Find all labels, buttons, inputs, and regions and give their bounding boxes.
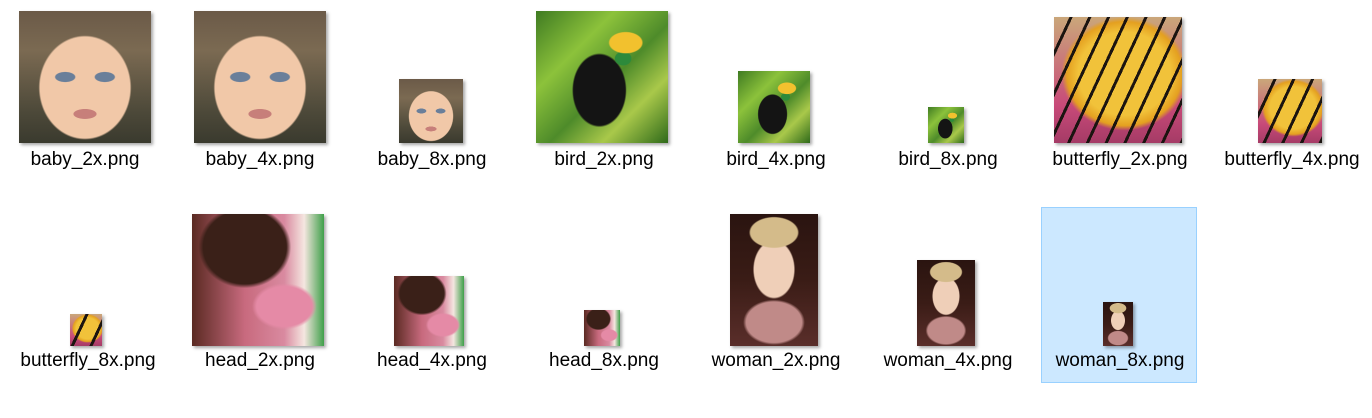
thumbnail-area — [354, 7, 510, 145]
file-item-butterfly-4x[interactable]: butterfly_4x.png — [1213, 6, 1369, 182]
file-name: bird_2x.png — [554, 149, 654, 170]
thumbnail-area — [182, 208, 338, 346]
thumbnail-area — [1042, 208, 1198, 346]
thumbnail-image-head — [584, 310, 620, 346]
file-item-woman-8x[interactable]: woman_8x.png — [1041, 207, 1197, 383]
thumbnail-image-baby — [399, 79, 463, 143]
thumbnail-image-head — [192, 214, 324, 346]
file-item-head-4x[interactable]: head_4x.png — [353, 207, 509, 383]
thumbnail-image-baby — [19, 11, 151, 143]
file-name: bird_4x.png — [726, 149, 826, 170]
thumbnail-area — [10, 208, 166, 346]
file-item-woman-4x[interactable]: woman_4x.png — [869, 207, 1025, 383]
file-item-baby-8x[interactable]: baby_8x.png — [353, 6, 509, 182]
file-name: butterfly_8x.png — [20, 350, 156, 371]
thumbnail-area — [698, 7, 854, 145]
thumbnail-area — [182, 7, 338, 145]
file-name: woman_4x.png — [883, 350, 1013, 371]
file-name: butterfly_4x.png — [1224, 149, 1360, 170]
file-name: head_8x.png — [549, 350, 659, 371]
file-item-baby-2x[interactable]: baby_2x.png — [6, 6, 162, 182]
file-name: baby_2x.png — [30, 149, 140, 170]
file-name: bird_8x.png — [898, 149, 998, 170]
thumbnail-area — [1042, 7, 1198, 145]
thumbnail-area — [870, 7, 1026, 145]
thumbnail-image-woman — [730, 214, 818, 346]
thumbnail-area — [1214, 7, 1370, 145]
file-name: woman_2x.png — [711, 350, 841, 371]
file-item-bird-8x[interactable]: bird_8x.png — [869, 6, 1025, 182]
thumbnail-image-head — [394, 276, 464, 346]
thumbnail-image-bird — [738, 71, 810, 143]
file-item-bird-4x[interactable]: bird_4x.png — [697, 6, 853, 182]
file-name: head_2x.png — [205, 350, 315, 371]
thumbnail-area — [698, 208, 854, 346]
thumbnail-image-butterfly — [1054, 17, 1182, 143]
file-name: baby_8x.png — [377, 149, 487, 170]
file-name: head_4x.png — [377, 350, 487, 371]
file-item-head-2x[interactable]: head_2x.png — [181, 207, 337, 383]
thumbnail-area — [7, 7, 163, 145]
file-name: baby_4x.png — [205, 149, 315, 170]
thumbnail-image-bird — [928, 107, 964, 143]
file-item-head-8x[interactable]: head_8x.png — [525, 207, 681, 383]
thumbnail-image-woman — [1103, 302, 1133, 346]
thumbnail-area — [526, 208, 682, 346]
thumbnail-image-butterfly — [70, 314, 102, 346]
thumbnail-area — [354, 208, 510, 346]
thumbnail-image-baby — [194, 11, 326, 143]
thumbnail-image-butterfly — [1258, 79, 1322, 143]
file-name: woman_8x.png — [1055, 350, 1185, 371]
file-item-baby-4x[interactable]: baby_4x.png — [181, 6, 337, 182]
thumbnail-image-bird — [536, 11, 668, 143]
thumbnail-image-woman — [917, 260, 975, 346]
file-item-butterfly-8x[interactable]: butterfly_8x.png — [9, 207, 165, 383]
file-item-bird-2x[interactable]: bird_2x.png — [525, 6, 681, 182]
file-name: butterfly_2x.png — [1052, 149, 1188, 170]
file-item-butterfly-2x[interactable]: butterfly_2x.png — [1041, 6, 1197, 182]
thumbnail-area — [870, 208, 1026, 346]
file-item-woman-2x[interactable]: woman_2x.png — [697, 207, 853, 383]
thumbnail-area — [526, 7, 682, 145]
